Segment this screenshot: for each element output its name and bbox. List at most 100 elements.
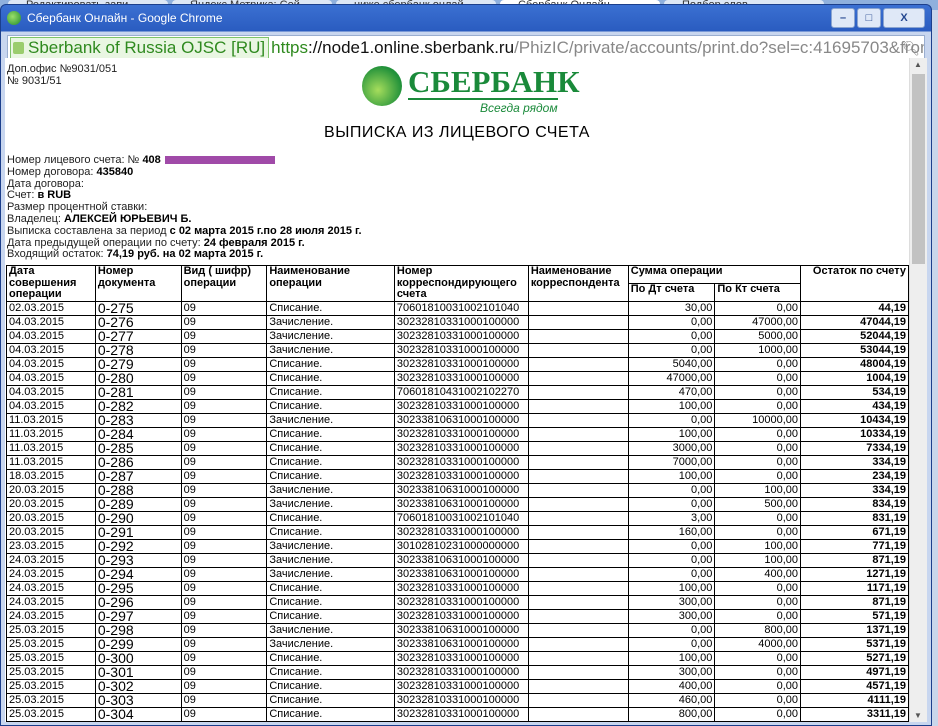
- opening-balance-label: Входящий остаток:: [7, 248, 104, 261]
- cell-op-code: 09: [180, 594, 268, 610]
- cell-date: 24.03.2015: [6, 608, 96, 624]
- cell-doc-number: 0-302: [94, 678, 182, 694]
- account-value: 408: [142, 154, 164, 166]
- table-row: 11.03.2015 0-286 09 Списание. 30232810331000…: [6, 454, 909, 470]
- cell-date: 25.03.2015: [6, 664, 96, 680]
- cell-corr-name: [527, 496, 629, 512]
- cell-op-name: Списание.: [266, 356, 395, 372]
- cell-op-name: Списание.: [266, 384, 395, 400]
- cell-debit: 100,00: [627, 398, 716, 414]
- cell-date: 11.03.2015: [6, 412, 96, 428]
- cell-credit: 100,00: [714, 552, 802, 568]
- cell-debit: 460,00: [627, 692, 716, 708]
- url-host: ://node1.online.sberbank.ru: [308, 38, 515, 57]
- cell-doc-number: 0-287: [94, 468, 182, 484]
- close-button[interactable]: X: [883, 8, 925, 28]
- currency-value: в RUB: [37, 189, 72, 202]
- url-path: /PhizIC/private/accounts/print.do?sel=c:…: [514, 38, 925, 57]
- scroll-up-icon[interactable]: ▲: [914, 60, 922, 69]
- cell-corr-account: 30232810331000100000: [393, 468, 529, 484]
- cell-corr-account: 30232810331000100000: [393, 356, 529, 372]
- cell-date: 20.03.2015: [6, 524, 96, 540]
- cell-debit: 7000,00: [627, 454, 716, 470]
- redaction-bar: [164, 156, 275, 165]
- cell-doc-number: 0-278: [94, 342, 182, 358]
- logo-slogan: Всегда рядом: [480, 101, 558, 115]
- cell-debit: 300,00: [627, 664, 716, 680]
- table-row: 25.03.2015 0-302 09 Списание. 30232810331000…: [6, 678, 909, 694]
- cell-date: 04.03.2015: [6, 356, 96, 372]
- cell-op-name: Списание.: [266, 440, 395, 456]
- cell-corr-name: [527, 594, 629, 610]
- search-icon[interactable]: 🔍︎: [902, 40, 920, 57]
- table-row: 20.03.2015 0-291 09 Списание. 30232810331000…: [6, 524, 909, 540]
- cell-op-name: Списание.: [266, 678, 395, 694]
- cell-credit: 0,00: [714, 524, 802, 540]
- cell-doc-number: 0-295: [94, 580, 182, 596]
- cell-corr-account: 70601810031002101040: [393, 510, 529, 526]
- table-row: 04.03.2015 0-282 09 Списание. 30232810331000…: [6, 398, 909, 414]
- period-label: Выписка составлена за период: [7, 224, 167, 237]
- cell-corr-name: [527, 524, 629, 540]
- table-row: 24.03.2015 0-293 09 Зачисление. 302338106310…: [6, 552, 909, 568]
- cell-debit: 160,00: [627, 524, 716, 540]
- cell-op-code: 09: [180, 426, 268, 442]
- vertical-scrollbar[interactable]: ▲ ▼: [909, 58, 927, 722]
- cell-credit: 100,00: [714, 482, 802, 498]
- cell-op-code: 09: [180, 510, 268, 526]
- cell-corr-account: 30232810331000100000: [393, 594, 529, 610]
- cell-credit: 0,00: [714, 580, 802, 596]
- cell-debit: 0,00: [627, 566, 716, 582]
- cell-date: 11.03.2015: [6, 454, 96, 470]
- cell-credit: 800,00: [714, 622, 802, 638]
- cell-op-code: 09: [180, 482, 268, 498]
- cell-balance: 1004,19: [800, 370, 909, 386]
- cell-op-code: 09: [180, 552, 268, 568]
- cell-credit: 0,00: [714, 706, 802, 722]
- cell-op-code: 09: [180, 692, 268, 708]
- cell-op-name: Зачисление.: [266, 552, 395, 568]
- cell-date: 04.03.2015: [6, 328, 96, 344]
- cell-corr-name: [527, 356, 629, 372]
- cell-op-code: 09: [180, 650, 268, 666]
- table-row: 11.03.2015 0-284 09 Списание. 30232810331000…: [6, 426, 909, 442]
- scrollbar-thumb[interactable]: [912, 74, 925, 264]
- maximize-button[interactable]: □: [857, 8, 881, 28]
- cell-op-name: Списание.: [266, 524, 395, 540]
- table-row: 25.03.2015 0-301 09 Списание. 30232810331000…: [6, 664, 909, 680]
- ev-certificate-badge[interactable]: Sberbank of Russia OJSC [RU]: [10, 37, 270, 59]
- cell-op-code: 09: [180, 608, 268, 624]
- table-row: 04.03.2015 0-276 09 Зачисление. 302328103310…: [6, 314, 909, 330]
- period-value: с 02 марта 2015 г.по 28 июля 2015 г.: [169, 224, 362, 237]
- cell-op-code: 09: [180, 440, 268, 456]
- cell-credit: 0,00: [714, 594, 802, 610]
- cell-credit: 100,00: [714, 538, 802, 554]
- cell-op-code: 09: [180, 566, 268, 582]
- cell-doc-number: 0-294: [94, 566, 182, 582]
- cell-balance: 4571,19: [800, 678, 909, 694]
- minimize-button[interactable]: –: [831, 8, 855, 28]
- cell-op-code: 09: [180, 706, 268, 722]
- cell-date: 02.03.2015: [6, 300, 96, 316]
- header-code: Вид ( шифр) операции: [180, 265, 268, 302]
- cell-credit: 0,00: [714, 650, 802, 666]
- cell-date: 24.03.2015: [6, 552, 96, 568]
- cell-doc-number: 0-301: [94, 664, 182, 680]
- scroll-down-icon[interactable]: ▼: [914, 711, 922, 720]
- cell-balance: 1371,19: [800, 622, 909, 638]
- cell-debit: 300,00: [627, 608, 716, 624]
- cell-debit: 400,00: [627, 678, 716, 694]
- cell-debit: 0,00: [627, 622, 716, 638]
- table-row: 25.03.2015 0-299 09 Зачисление. 302338106310…: [6, 636, 909, 652]
- cell-op-code: 09: [180, 300, 268, 316]
- cell-balance: 1171,19: [800, 580, 909, 596]
- cell-date: 20.03.2015: [6, 482, 96, 498]
- table-row: 04.03.2015 0-277 09 Зачисление. 302328103310…: [6, 328, 909, 344]
- header-op-name: Наименование операции: [266, 265, 395, 302]
- cell-debit: 0,00: [627, 314, 716, 330]
- cell-doc-number: 0-285: [94, 440, 182, 456]
- cell-corr-account: 30232810331000100000: [393, 664, 529, 680]
- account-label: Номер лицевого счета: №: [7, 154, 140, 166]
- table-row: 24.03.2015 0-294 09 Зачисление. 302338106310…: [6, 566, 909, 582]
- cell-balance: 534,19: [800, 384, 909, 400]
